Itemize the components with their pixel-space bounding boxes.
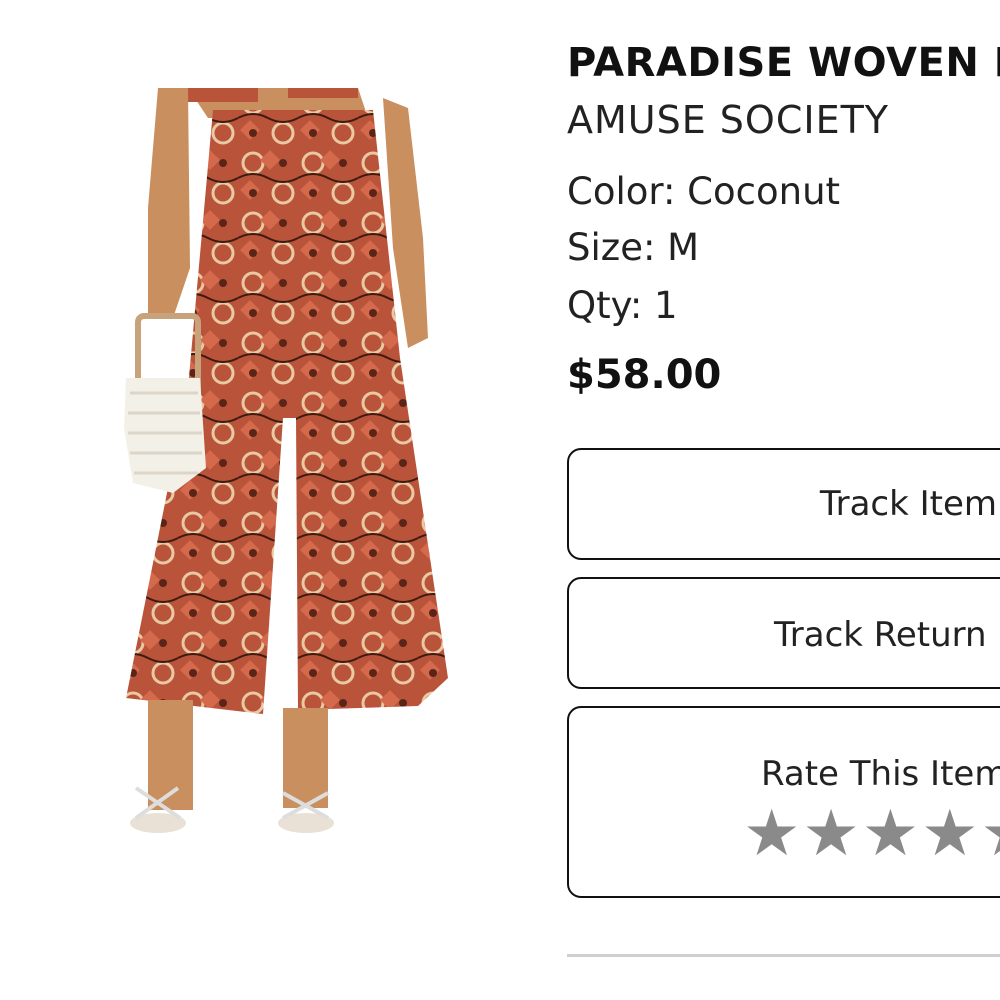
track-item-label: Track Item [819,484,997,524]
product-color: Color: Coconut [567,170,841,213]
star-rating[interactable]: ★★★★★ [743,802,1000,866]
product-qty: Qty: 1 [567,284,678,327]
product-price: $58.00 [567,352,722,398]
track-item-button[interactable]: Track Item [567,448,1000,560]
divider [567,954,1000,957]
product-size: Size: M [567,226,700,269]
product-info: PARADISE WOVEN P AMUSE SOCIETY Color: Co… [567,0,1000,1000]
product-brand[interactable]: AMUSE SOCIETY [567,98,889,142]
track-return-button[interactable]: Track Return [567,577,1000,689]
rate-item-button[interactable]: Rate This Item ★★★★★ [567,706,1000,898]
rate-item-label: Rate This Item [761,754,1000,794]
product-photo [124,88,448,833]
track-return-label: Track Return [774,615,987,655]
product-image[interactable] [118,88,470,850]
product-title[interactable]: PARADISE WOVEN P [567,40,1000,86]
